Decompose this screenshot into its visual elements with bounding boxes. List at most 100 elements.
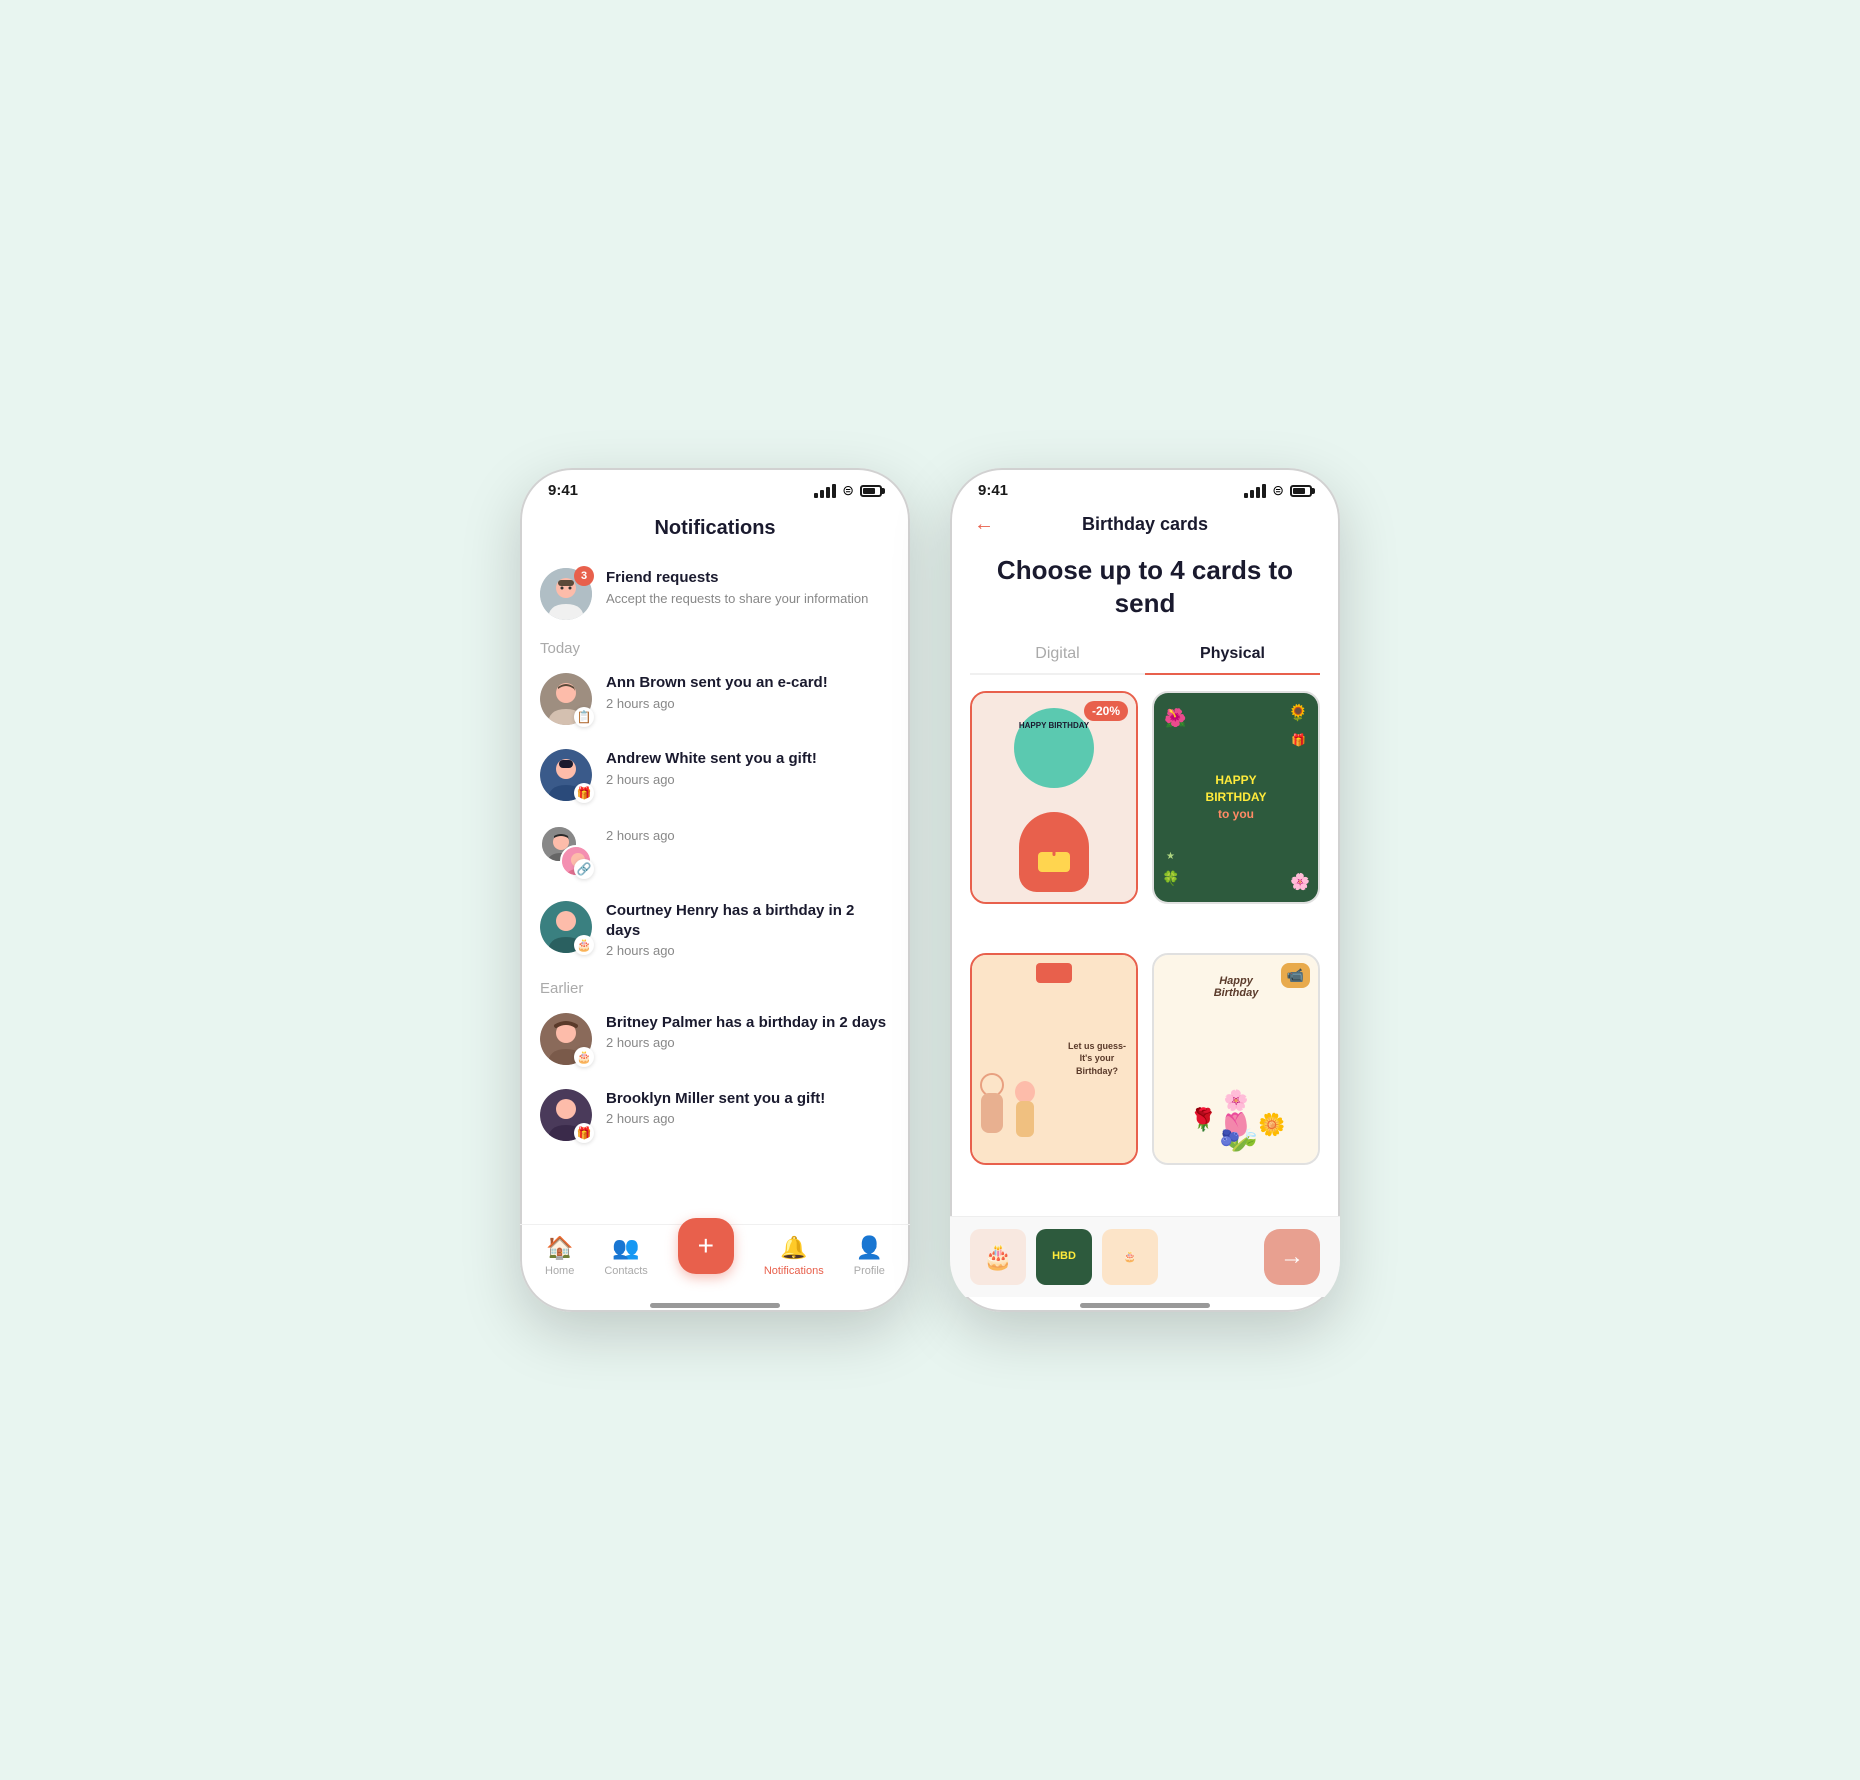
friend-requests-title: Friend requests: [606, 568, 890, 588]
video-badge: 📹: [1281, 963, 1310, 988]
friend-requests-text: Friend requests Accept the requests to s…: [606, 568, 890, 607]
cards-preview-bar: 🎂 HBD 🎂 →: [950, 1216, 1340, 1297]
status-time-left: 9:41: [548, 482, 578, 499]
card-art-2: 🌺 🌻 🍀 🌸 HAPPYBIRTHDAYto you 🎁 ★: [1154, 693, 1318, 902]
birthday-icon-britney: 🎂: [574, 1047, 594, 1067]
nav-contacts[interactable]: 👥 Contacts: [604, 1235, 647, 1277]
battery-icon: [860, 485, 882, 497]
card-item-1[interactable]: -20% HAPPY BIRTHDAY: [970, 691, 1138, 904]
nav-profile-label: Profile: [854, 1265, 885, 1277]
merged-avatar-wrap: 🔗: [540, 825, 592, 877]
merged-time: 2 hours ago: [606, 828, 890, 845]
preview-thumb-3[interactable]: 🎂: [1102, 1229, 1158, 1285]
preview-thumb-1[interactable]: 🎂: [970, 1229, 1026, 1285]
friend-requests-badge: 3: [574, 566, 594, 586]
britney-palmer-item[interactable]: 🎂 Britney Palmer has a birthday in 2 day…: [540, 1001, 890, 1077]
wifi-icon: ⊜: [842, 482, 854, 499]
brooklyn-miller-avatar-wrap: 🎁: [540, 1089, 592, 1141]
home-indicator-right: [1080, 1303, 1210, 1308]
brooklyn-miller-item[interactable]: 🎁 Brooklyn Miller sent you a gift! 2 hou…: [540, 1077, 890, 1153]
signal-bars-icon: [814, 484, 836, 498]
preview-thumb-2[interactable]: HBD: [1036, 1229, 1092, 1285]
andrew-white-avatar-wrap: 🎁: [540, 749, 592, 801]
discount-badge: -20%: [1084, 701, 1128, 721]
courtney-henry-item[interactable]: 🎂 Courtney Henry has a birthday in 2 day…: [540, 889, 890, 972]
friend-requests-item[interactable]: 3 Friend requests Accept the requests to…: [540, 556, 890, 632]
nav-home-label: Home: [545, 1265, 574, 1277]
card-art-3: Let us guess-It's yourBirthday?: [972, 955, 1136, 1164]
home-icon: 🏠: [546, 1235, 573, 1261]
back-button[interactable]: ←: [970, 509, 998, 540]
ann-brown-avatar-wrap: 📋: [540, 673, 592, 725]
battery-right-icon: [1290, 485, 1312, 497]
brooklyn-miller-title: Brooklyn Miller sent you a gift!: [606, 1089, 890, 1109]
cards-header: ← Birthday cards: [950, 499, 1340, 544]
bottom-nav: 🏠 Home 👥 Contacts + 🔔 Notifications 👤 Pr…: [520, 1224, 910, 1297]
notifications-screen: Notifications: [520, 499, 910, 1312]
friend-requests-avatar-wrap: 3: [540, 568, 592, 620]
status-time-right: 9:41: [978, 482, 1008, 499]
brooklyn-miller-time: 2 hours ago: [606, 1111, 890, 1128]
friend-requests-subtitle: Accept the requests to share your inform…: [606, 591, 890, 608]
notification-icon: 🔔: [780, 1235, 807, 1261]
andrew-white-title: Andrew White sent you a gift!: [606, 749, 890, 769]
birthday-icon-courtney: 🎂: [574, 935, 594, 955]
ann-brown-title: Ann Brown sent you an e-card!: [606, 673, 890, 693]
courtney-henry-avatar-wrap: 🎂: [540, 901, 592, 953]
status-bar-left: 9:41 ⊜: [520, 468, 910, 499]
brooklyn-miller-text: Brooklyn Miller sent you a gift! 2 hours…: [606, 1089, 890, 1128]
next-button[interactable]: →: [1264, 1229, 1320, 1285]
card-art-1: HAPPY BIRTHDAY: [972, 693, 1136, 902]
andrew-white-item[interactable]: 🎁 Andrew White sent you a gift! 2 hours …: [540, 737, 890, 813]
left-phone: 9:41 ⊜ Notifications: [520, 468, 910, 1312]
britney-palmer-time: 2 hours ago: [606, 1035, 890, 1052]
tab-physical[interactable]: Physical: [1145, 635, 1320, 673]
notifications-list: 3 Friend requests Accept the requests to…: [520, 556, 910, 1224]
cards-grid: -20% HAPPY BIRTHDAY 🌺 🌻 🍀 🌸: [950, 675, 1340, 1216]
ann-brown-text: Ann Brown sent you an e-card! 2 hours ag…: [606, 673, 890, 712]
status-icons-left: ⊜: [814, 482, 882, 499]
signal-bars-right-icon: [1244, 484, 1266, 498]
contacts-icon: 👥: [612, 1235, 639, 1261]
section-earlier: Earlier: [540, 972, 890, 1001]
nav-home[interactable]: 🏠 Home: [545, 1235, 574, 1277]
nav-notifications[interactable]: 🔔 Notifications: [764, 1235, 824, 1277]
birthday-cards-main-title: Choose up to 4 cards to send: [950, 544, 1340, 635]
ann-brown-time: 2 hours ago: [606, 696, 890, 713]
britney-palmer-title: Britney Palmer has a birthday in 2 days: [606, 1013, 890, 1033]
notifications-title: Notifications: [520, 509, 910, 556]
home-indicator-left: [650, 1303, 780, 1308]
birthday-cards-screen: ← Birthday cards Choose up to 4 cards to…: [950, 499, 1340, 1312]
link-icon: 🔗: [574, 859, 594, 879]
cards-tabs: Digital Physical: [970, 635, 1320, 675]
andrew-white-text: Andrew White sent you a gift! 2 hours ag…: [606, 749, 890, 788]
ecard-icon: 📋: [574, 707, 594, 727]
merged-item[interactable]: 🔗 2 hours ago: [540, 813, 890, 889]
add-fab-button[interactable]: +: [678, 1218, 734, 1274]
nav-profile[interactable]: 👤 Profile: [854, 1235, 885, 1277]
tab-active-underline: [1145, 673, 1320, 675]
card-item-2[interactable]: 🌺 🌻 🍀 🌸 HAPPYBIRTHDAYto you 🎁 ★: [1152, 691, 1320, 904]
merged-text: 2 hours ago: [606, 825, 890, 845]
britney-palmer-text: Britney Palmer has a birthday in 2 days …: [606, 1013, 890, 1052]
card-item-3[interactable]: Let us guess-It's yourBirthday?: [970, 953, 1138, 1166]
section-today: Today: [540, 632, 890, 661]
ann-brown-item[interactable]: 📋 Ann Brown sent you an e-card! 2 hours …: [540, 661, 890, 737]
courtney-henry-title: Courtney Henry has a birthday in 2 days: [606, 901, 890, 940]
arrow-right-icon: →: [1280, 1243, 1304, 1271]
wifi-right-icon: ⊜: [1272, 482, 1284, 499]
courtney-henry-time: 2 hours ago: [606, 943, 890, 960]
gift-icon-brooklyn: 🎁: [574, 1123, 594, 1143]
britney-palmer-avatar-wrap: 🎂: [540, 1013, 592, 1065]
nav-notifications-label: Notifications: [764, 1265, 824, 1277]
status-icons-right: ⊜: [1244, 482, 1312, 499]
status-bar-right: 9:41 ⊜: [950, 468, 1340, 499]
plus-icon: +: [698, 1230, 714, 1262]
profile-icon: 👤: [856, 1235, 883, 1261]
tab-digital[interactable]: Digital: [970, 635, 1145, 673]
card-item-4[interactable]: 📹 HappyBirthday 🌷 🌹 🌼 🌸 🫐 🍃: [1152, 953, 1320, 1166]
andrew-white-time: 2 hours ago: [606, 772, 890, 789]
gift-icon-andrew: 🎁: [574, 783, 594, 803]
courtney-henry-text: Courtney Henry has a birthday in 2 days …: [606, 901, 890, 960]
birthday-cards-header-title: Birthday cards: [998, 514, 1292, 535]
